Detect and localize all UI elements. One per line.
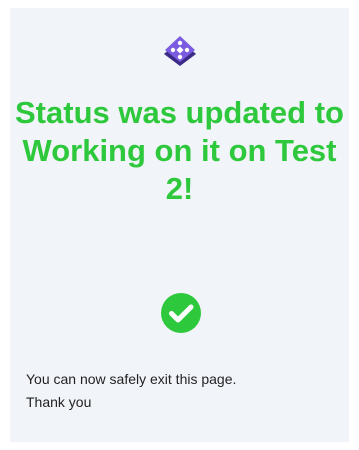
app-logo-icon: [164, 36, 196, 66]
exit-message-line: You can now safely exit this page.: [26, 371, 237, 387]
exit-message: You can now safely exit this page. Thank…: [26, 368, 336, 414]
thank-you-line: Thank you: [26, 394, 92, 410]
status-title: Status was updated to Working on it on T…: [15, 95, 344, 206]
check-circle-icon: [161, 293, 201, 333]
confirmation-card: Status was updated to Working on it on T…: [10, 8, 349, 442]
